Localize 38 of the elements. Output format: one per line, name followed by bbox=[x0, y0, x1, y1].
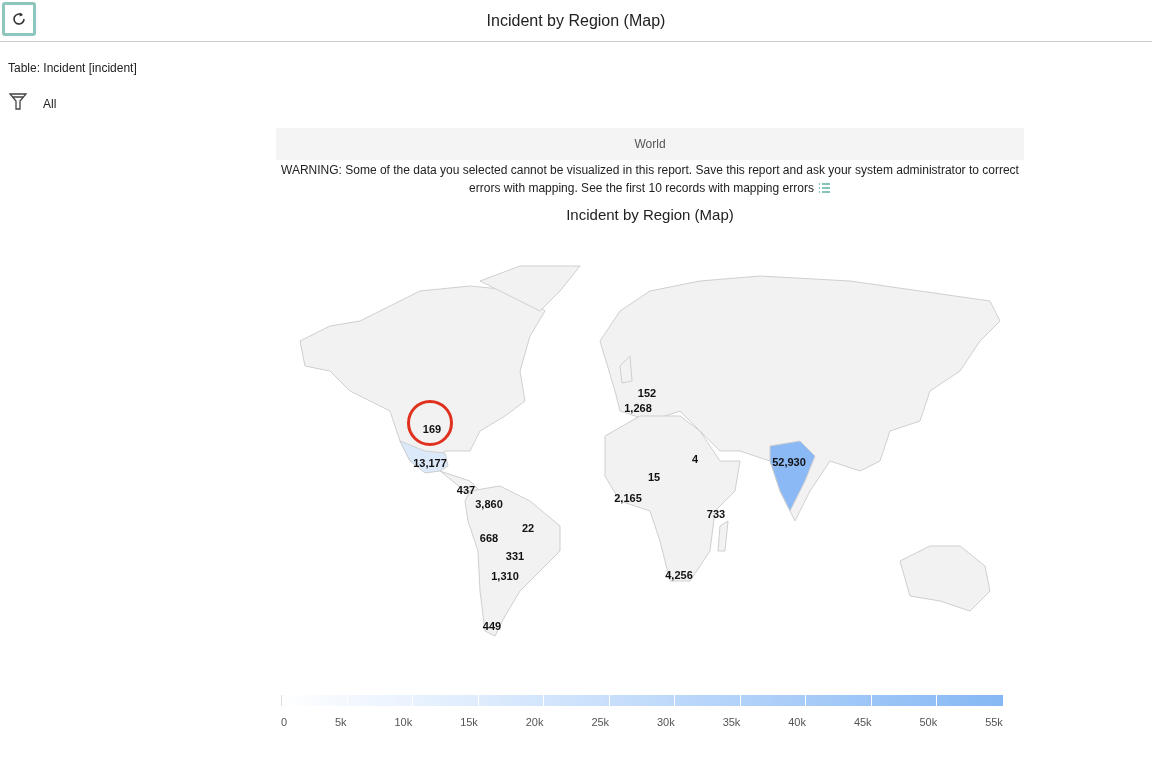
filter-label: All bbox=[43, 96, 57, 113]
region-value-label: 169 bbox=[422, 423, 442, 434]
region-value-label: 22 bbox=[521, 522, 535, 533]
scale-tick-label: 20k bbox=[525, 714, 544, 730]
scale-tick-label: 45k bbox=[853, 714, 872, 730]
region-value-label: 1,268 bbox=[624, 402, 652, 413]
region-value-label: 437 bbox=[456, 484, 476, 495]
region-value-label: 733 bbox=[706, 508, 726, 519]
region-value-label: 52,930 bbox=[772, 456, 806, 467]
page-title: Incident by Region (Map) bbox=[486, 10, 666, 31]
map-name-bar: World bbox=[276, 128, 1024, 160]
region-value-label: 4,256 bbox=[665, 569, 693, 580]
scale-tick-label: 15k bbox=[460, 714, 478, 730]
region-value-label: 449 bbox=[482, 620, 502, 631]
region-value-label: 331 bbox=[505, 550, 525, 561]
refresh-icon bbox=[11, 11, 27, 27]
scale-tick-label: 25k bbox=[591, 714, 610, 730]
scale-tick-label: 40k bbox=[788, 714, 806, 730]
region-value-label: 668 bbox=[479, 532, 499, 543]
scale-tick-label: 5k bbox=[335, 714, 347, 730]
scale-tick-label: 0 bbox=[281, 714, 288, 730]
scale-tick-label: 55k bbox=[985, 714, 1003, 730]
region-value-label: 2,165 bbox=[614, 492, 642, 503]
scale-tick-label: 50k bbox=[919, 714, 938, 730]
region-value-label: 1,310 bbox=[491, 570, 519, 581]
region-value-label: 3,860 bbox=[475, 498, 503, 509]
scale-tick-label: 30k bbox=[657, 714, 675, 730]
table-label: Table: Incident [incident] bbox=[8, 60, 137, 77]
region-value-label: 15 bbox=[647, 471, 661, 482]
chart-title: Incident by Region (Map) bbox=[566, 205, 734, 225]
refresh-button[interactable] bbox=[2, 2, 36, 36]
region-value-label: 4 bbox=[691, 453, 699, 464]
scale-tick-label: 35k bbox=[722, 714, 741, 730]
region-value-label: 152 bbox=[637, 387, 657, 398]
region-value-label: 13,177 bbox=[413, 457, 447, 468]
scale-tick-label: 10k bbox=[394, 714, 413, 730]
warning-text: WARNING: Some of the data you selected cannot be visualized in this report. Save this report and ask your system administrator to correct bbox=[281, 162, 1019, 179]
warning-text: errors with mapping. See the first 10 records with mapping errors bbox=[469, 180, 814, 197]
